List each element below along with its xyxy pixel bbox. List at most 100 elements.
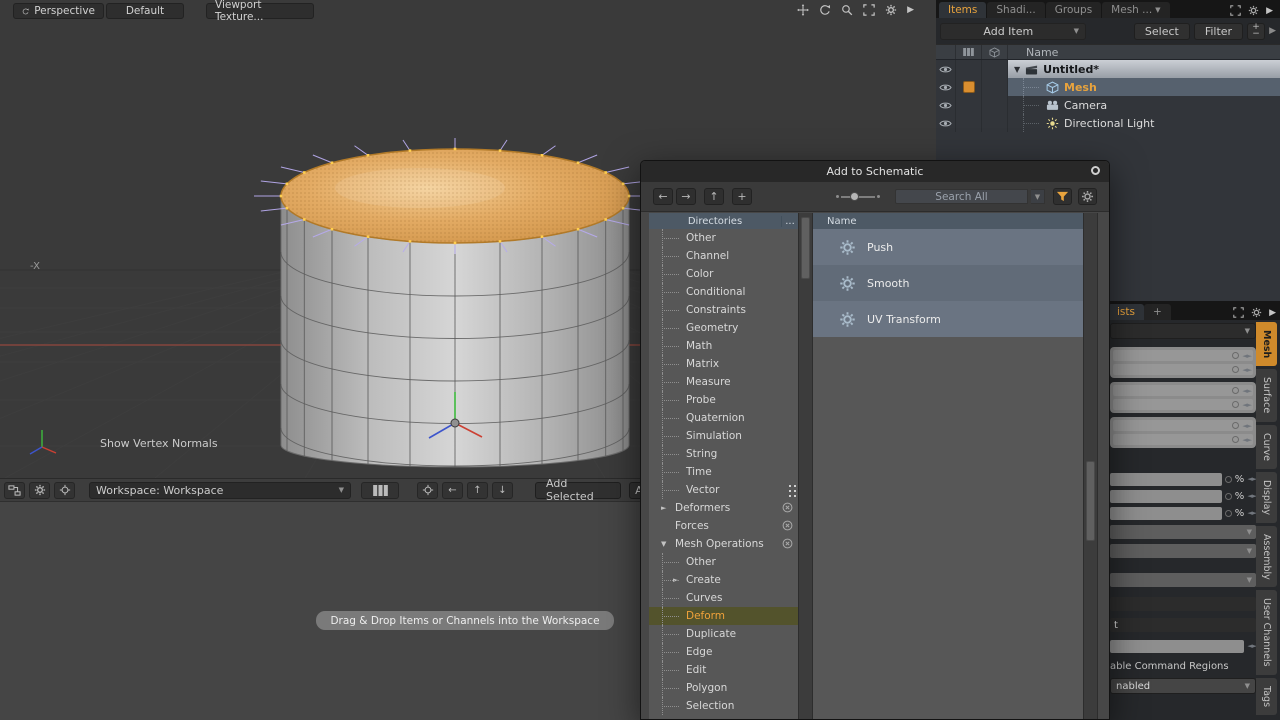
expand-arrow-icon[interactable]: ► <box>661 504 666 512</box>
schematic-options-button[interactable] <box>54 482 75 499</box>
render-cell[interactable] <box>956 96 982 114</box>
directory-quaternion[interactable]: Quaternion <box>649 409 798 427</box>
viewport-texture-button[interactable]: Viewport Texture... <box>206 3 314 19</box>
dialog-menu-button[interactable] <box>1091 166 1100 175</box>
directory-time[interactable]: Time <box>649 463 798 481</box>
value-field[interactable] <box>1110 640 1244 653</box>
remove-filter-button[interactable] <box>782 502 793 513</box>
gear-icon[interactable] <box>1251 307 1262 318</box>
percent-field-row[interactable]: %◄► <box>1110 506 1256 520</box>
item-row-directional-light[interactable]: Directional Light <box>936 114 1280 132</box>
panel-arrow-icon[interactable]: ▶ <box>1266 6 1273 16</box>
align-up-button[interactable]: ↑ <box>467 482 488 499</box>
spinner-arrows-icon[interactable]: ◄► <box>1247 509 1256 517</box>
props-select[interactable]: ▼ <box>1110 525 1256 539</box>
directory-edit[interactable]: Edit <box>649 661 798 679</box>
zoom-icon[interactable] <box>841 4 853 16</box>
directory-probe[interactable]: Probe <box>649 391 798 409</box>
directory-conditional[interactable]: Conditional <box>649 283 798 301</box>
directory-deform[interactable]: Deform <box>649 607 798 625</box>
tab-shadi[interactable]: Shadi... <box>987 2 1044 18</box>
directory-forces[interactable]: Forces <box>649 517 798 535</box>
item-row-camera[interactable]: Camera <box>936 96 1280 114</box>
search-options-dropdown[interactable]: ▼ <box>1031 189 1045 204</box>
shading-mode-button[interactable]: Default <box>106 3 184 19</box>
back-button[interactable]: ← <box>653 188 673 205</box>
panel-arrow-icon[interactable]: ▶ <box>1269 26 1276 36</box>
visibility-cell[interactable] <box>936 60 956 78</box>
remove-filter-button[interactable] <box>782 520 793 531</box>
props-tab-tags[interactable]: Tags <box>1256 678 1277 715</box>
tab-mesh[interactable]: Mesh ...▼ <box>1102 2 1169 18</box>
render-cell[interactable] <box>956 114 982 132</box>
visibility-cell[interactable] <box>936 96 956 114</box>
directory-measure[interactable]: Measure <box>649 373 798 391</box>
view-type-button[interactable]: Perspective <box>13 3 104 19</box>
gear-icon[interactable] <box>885 4 897 16</box>
directory-channel[interactable]: Channel <box>649 247 798 265</box>
directory-math[interactable]: Math <box>649 337 798 355</box>
spinner-arrows-icon[interactable]: ◄► <box>1247 642 1256 650</box>
tab-groups[interactable]: Groups <box>1046 2 1101 18</box>
directories-more-button[interactable]: ... <box>781 216 798 227</box>
dialog-titlebar[interactable]: Add to Schematic <box>641 161 1109 182</box>
render-column-header[interactable] <box>956 45 982 59</box>
enabled-select[interactable]: nabled▼ <box>1110 678 1256 694</box>
props-select[interactable]: ▼ <box>1110 544 1256 558</box>
visibility-cell[interactable] <box>936 114 956 132</box>
props-field[interactable] <box>1110 597 1256 611</box>
add-remove-button[interactable]: +− <box>1247 23 1265 40</box>
directory-color[interactable]: Color <box>649 265 798 283</box>
scrollbar-thumb[interactable] <box>1086 461 1095 541</box>
maximize-icon[interactable] <box>863 4 875 16</box>
item-row-untitled[interactable]: ▼Untitled* <box>936 60 1280 78</box>
directory-matrix[interactable]: Matrix <box>649 355 798 373</box>
render-cell[interactable] <box>956 60 982 78</box>
add-to-schematic-dialog[interactable]: Add to Schematic ← → ↑ + Search All ▼ Di… <box>640 160 1110 720</box>
directory-geometry[interactable]: Geometry <box>649 319 798 337</box>
lock-cell[interactable] <box>982 114 1008 132</box>
result-smooth[interactable]: Smooth <box>813 265 1083 301</box>
directory-create[interactable]: ►Create <box>649 571 798 589</box>
gear-icon[interactable] <box>1248 5 1259 16</box>
filter-toggle-button[interactable] <box>1053 188 1072 205</box>
align-left-button[interactable]: ← <box>442 482 463 499</box>
value-field[interactable] <box>1110 507 1222 520</box>
directory-other[interactable]: Other <box>649 553 798 571</box>
workspace-selector[interactable]: Workspace: Workspace ▼ <box>89 482 351 499</box>
tab-items[interactable]: Items <box>939 2 986 18</box>
percent-field-row[interactable]: %◄► <box>1110 489 1256 503</box>
collapse-arrow-icon[interactable]: ▼ <box>661 540 666 548</box>
add-item-dropdown[interactable]: Add Item ▼ <box>940 23 1086 40</box>
lock-cell[interactable] <box>982 96 1008 114</box>
maximize-icon[interactable] <box>1233 307 1244 318</box>
schematic-settings-button[interactable] <box>29 482 50 499</box>
props-tab-surface[interactable]: Surface <box>1256 369 1277 421</box>
props-field-truncated[interactable]: t <box>1110 618 1256 632</box>
props-stepper-field[interactable]: ◄► <box>1110 639 1256 653</box>
search-input[interactable]: Search All <box>895 189 1028 204</box>
directory-other[interactable]: Other <box>649 229 798 247</box>
results-scrollbar[interactable] <box>1083 213 1098 719</box>
tab-lists[interactable]: ists <box>1108 304 1144 320</box>
directory-selection[interactable]: Selection <box>649 697 798 715</box>
pane-resize-grip[interactable] <box>786 483 799 499</box>
directory-polygon[interactable]: Polygon <box>649 679 798 697</box>
maximize-icon[interactable] <box>1230 5 1241 16</box>
lock-cell[interactable] <box>982 60 1008 78</box>
directory-string[interactable]: String <box>649 445 798 463</box>
directory-mesh-operations[interactable]: ▼Mesh Operations <box>649 535 798 553</box>
directory-curves[interactable]: Curves <box>649 589 798 607</box>
add-tab-button[interactable]: + <box>1144 304 1171 320</box>
spinner-arrows-icon[interactable]: ◄► <box>1247 475 1256 483</box>
filter-button[interactable]: Filter <box>1194 23 1243 40</box>
type-column-header[interactable] <box>982 45 1008 59</box>
props-tab-display[interactable]: Display <box>1256 472 1277 523</box>
directory-simulation[interactable]: Simulation <box>649 427 798 445</box>
value-field[interactable] <box>1110 490 1222 503</box>
props-tab-mesh[interactable]: Mesh <box>1256 322 1277 366</box>
snap-button[interactable] <box>417 482 438 499</box>
select-button[interactable]: Select <box>1134 23 1190 40</box>
visibility-column-header[interactable] <box>936 45 956 59</box>
schematic-view-button[interactable] <box>4 482 25 499</box>
